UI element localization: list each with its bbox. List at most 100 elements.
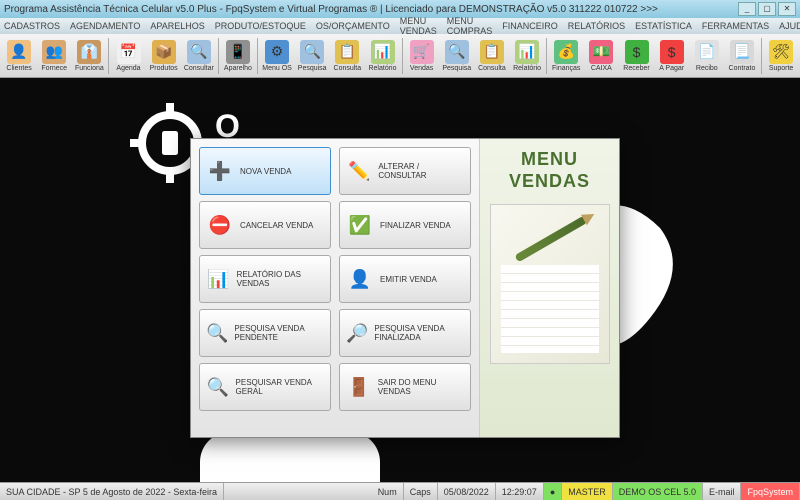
menu-button-pesquisa-venda-finalizada[interactable]: 🔎 PESQUISA VENDA FINALIZADA xyxy=(339,309,471,357)
menu-button-icon: ✅ xyxy=(346,211,374,239)
menu-button-label: PESQUISA VENDA FINALIZADA xyxy=(374,324,464,342)
consultar-icon: 🔍 xyxy=(187,40,211,64)
menu-relatrios[interactable]: RELATÓRIOS xyxy=(568,21,625,31)
status-time: 12:29:07 xyxy=(496,483,544,500)
menu-button-pesquisa-venda-pendente[interactable]: 🔍PESQUISA VENDA PENDENTE xyxy=(199,309,331,357)
toolbar-finanas[interactable]: 💰Finanças xyxy=(549,35,583,77)
status-indicator-green: ● xyxy=(544,483,562,500)
toolbar-agenda[interactable]: 📅Agenda xyxy=(111,35,145,77)
menu-button-relat-rio-das-vendas[interactable]: 📊RELATÓRIO DAS VENDAS xyxy=(199,255,331,303)
finanas-icon: 💰 xyxy=(554,40,578,64)
toolbar-consulta[interactable]: 📋Consulta xyxy=(330,35,364,77)
menu-button-icon: 🔍 xyxy=(206,373,230,401)
menu-button-sair-do-menu-vendas[interactable]: 🚪SAIR DO MENU VENDAS xyxy=(339,363,471,411)
produtos-icon: 📦 xyxy=(152,40,176,64)
toolbar-clientes[interactable]: 👤Clientes xyxy=(2,35,36,77)
toolbar-relatrio[interactable]: 📊Relatório xyxy=(365,35,399,77)
pesquisa-icon: 🔍 xyxy=(445,40,469,64)
menuos-icon: ⚙ xyxy=(265,40,289,64)
toolbar-label: Finanças xyxy=(552,65,580,72)
toolbar-apagar[interactable]: $A Pagar xyxy=(655,35,689,77)
toolbar-consulta[interactable]: 📋Consulta xyxy=(475,35,509,77)
toolbar-label: Recibo xyxy=(696,65,718,72)
toolbar-label: Vendas xyxy=(410,65,433,72)
toolbar-suporte[interactable]: 🛠Suporte xyxy=(764,35,798,77)
toolbar-caixa[interactable]: 💵CAIXA xyxy=(584,35,618,77)
menu-button-icon: 🔎 xyxy=(346,319,368,347)
menu-button-nova-venda[interactable]: ➕NOVA VENDA xyxy=(199,147,331,195)
toolbar-funciona[interactable]: 👔Funciona xyxy=(72,35,106,77)
status-num: Num xyxy=(372,483,404,500)
menu-button-pesquisar-venda-geral[interactable]: 🔍PESQUISAR VENDA GERAL xyxy=(199,363,331,411)
status-email[interactable]: E-mail xyxy=(703,483,742,500)
toolbar-label: Suporte xyxy=(769,65,794,72)
toolbar-produtos[interactable]: 📦Produtos xyxy=(147,35,181,77)
toolbar-fornece[interactable]: 👥Fornece xyxy=(37,35,71,77)
toolbar-contrato[interactable]: 📃Contrato xyxy=(725,35,759,77)
status-caps: Caps xyxy=(404,483,438,500)
menu-financeiro[interactable]: FINANCEIRO xyxy=(502,21,558,31)
workspace: O D O ➕NOVA VENDA✏️ALTERAR / CONSULTAR⛔C… xyxy=(0,78,800,482)
relatrio-icon: 📊 xyxy=(515,40,539,64)
maximize-button[interactable]: ▢ xyxy=(758,2,776,16)
status-date: 05/08/2022 xyxy=(438,483,496,500)
menu-ajuda[interactable]: AJUDA xyxy=(779,21,800,31)
menu-estatstica[interactable]: ESTATÍSTICA xyxy=(635,21,692,31)
toolbar-pesquisa[interactable]: 🔍Pesquisa xyxy=(295,35,329,77)
toolbar-label: Contrato xyxy=(729,65,756,72)
minimize-button[interactable]: _ xyxy=(738,2,756,16)
panel-title-line1: MENU xyxy=(509,149,590,171)
toolbar-receber[interactable]: $Receber xyxy=(619,35,653,77)
consulta-icon: 📋 xyxy=(480,40,504,64)
toolbar-label: Menu OS xyxy=(262,65,292,72)
menu-button-icon: 🚪 xyxy=(346,373,372,401)
menu-button-label: FINALIZAR VENDA xyxy=(380,221,451,230)
menu-button-label: CANCELAR VENDA xyxy=(240,221,313,230)
menu-menucompras[interactable]: MENU COMPRAS xyxy=(447,16,493,36)
window-title: Programa Assistência Técnica Celular v5.… xyxy=(4,4,736,15)
toolbar-relatrio[interactable]: 📊Relatório xyxy=(510,35,544,77)
menu-agendamento[interactable]: AGENDAMENTO xyxy=(70,21,140,31)
menu-button-emitir-venda[interactable]: 👤EMITIR VENDA xyxy=(339,255,471,303)
toolbar-consultar[interactable]: 🔍Consultar xyxy=(182,35,216,77)
menu-aparelhos[interactable]: APARELHOS xyxy=(150,21,204,31)
clientes-icon: 👤 xyxy=(7,40,31,64)
menu-button-finalizar-venda[interactable]: ✅ FINALIZAR VENDA xyxy=(339,201,471,249)
statusbar: SUA CIDADE - SP 5 de Agosto de 2022 - Se… xyxy=(0,482,800,500)
menu-button-icon: ➕ xyxy=(206,157,234,185)
menu-produtoestoque[interactable]: PRODUTO/ESTOQUE xyxy=(215,21,306,31)
toolbar-aparelho[interactable]: 📱Aparelho xyxy=(221,35,255,77)
menu-button-alterar---consultar[interactable]: ✏️ALTERAR / CONSULTAR xyxy=(339,147,471,195)
status-brand: FpqSystem xyxy=(741,483,800,500)
consulta-icon: 📋 xyxy=(335,40,359,64)
toolbar-menuos[interactable]: ⚙Menu OS xyxy=(260,35,294,77)
menu-button-label: PESQUISA VENDA PENDENTE xyxy=(234,324,324,342)
toolbar-recibo[interactable]: 📄Recibo xyxy=(690,35,724,77)
menu-cadastros[interactable]: CADASTROS xyxy=(4,21,60,31)
toolbar-label: Pesquisa xyxy=(298,65,327,72)
toolbar-vendas[interactable]: 🛒Vendas xyxy=(405,35,439,77)
menu-ferramentas[interactable]: FERRAMENTAS xyxy=(702,21,769,31)
pen-icon xyxy=(514,216,587,263)
status-demo: DEMO OS CEL 5.0 xyxy=(613,483,703,500)
toolbar-label: Receber xyxy=(623,65,649,72)
toolbar-pesquisa[interactable]: 🔍Pesquisa xyxy=(440,35,474,77)
status-location: SUA CIDADE - SP 5 de Agosto de 2022 - Se… xyxy=(0,483,224,500)
menu-button-icon: ⛔ xyxy=(206,211,234,239)
menu-menuvendas[interactable]: MENU VENDAS xyxy=(400,16,437,36)
menu-button-label: ALTERAR / CONSULTAR xyxy=(378,162,464,180)
menubar: CADASTROS AGENDAMENTO APARELHOS PRODUTO/EST… xyxy=(0,18,800,34)
agenda-icon: 📅 xyxy=(117,40,141,64)
menu-button-icon: 📊 xyxy=(206,265,231,293)
menu-button-cancelar-venda[interactable]: ⛔ CANCELAR VENDA xyxy=(199,201,331,249)
toolbar-label: Funciona xyxy=(75,65,104,72)
funciona-icon: 👔 xyxy=(77,40,101,64)
toolbar-label: A Pagar xyxy=(659,65,684,72)
menu-osoramento[interactable]: OS/ORÇAMENTO xyxy=(316,21,390,31)
sheet-icon xyxy=(501,265,599,353)
dialog-button-grid: ➕NOVA VENDA✏️ALTERAR / CONSULTAR ⛔ CANCELA… xyxy=(191,139,479,437)
close-button[interactable]: ✕ xyxy=(778,2,796,16)
toolbar-label: Produtos xyxy=(150,65,178,72)
panel-illustration xyxy=(490,204,610,364)
suporte-icon: 🛠 xyxy=(769,40,793,64)
